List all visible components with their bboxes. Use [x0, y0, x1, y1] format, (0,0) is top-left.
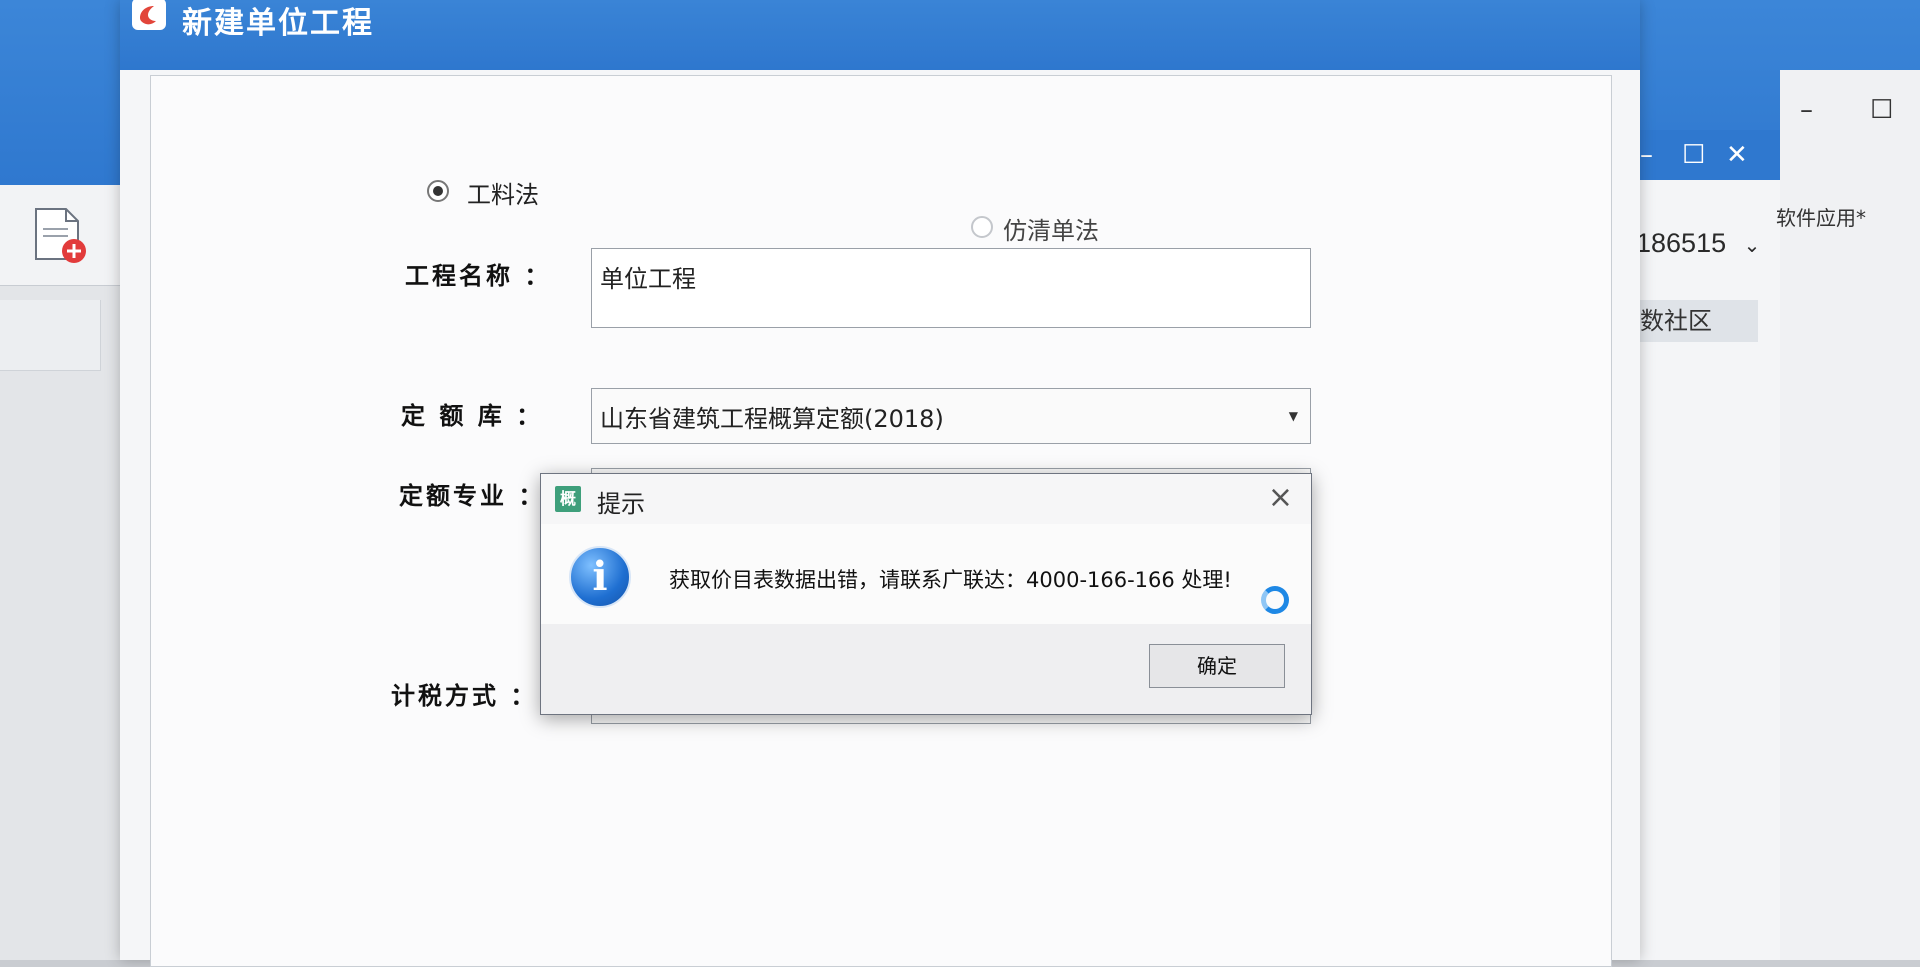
- background-tab-strip: [0, 300, 101, 371]
- dialog-title-bar: 新建单位工程: [120, 0, 1640, 70]
- minimize-icon[interactable]: –: [1640, 140, 1653, 170]
- minimize-icon[interactable]: –: [1800, 95, 1813, 125]
- account-selector[interactable]: 186515 ⌄: [1636, 228, 1760, 259]
- prompt-title-bar: 概 提示 ×: [541, 474, 1311, 524]
- app-icon: 概: [555, 486, 581, 512]
- prompt-body: i 获取价目表数据出错，请联系广联达：4000-166-166 处理!: [541, 524, 1311, 624]
- software-app-menu[interactable]: 软件应用*: [1776, 202, 1866, 231]
- radio-imitation-bill-method[interactable]: [971, 216, 993, 238]
- prompt-message: 获取价目表数据出错，请联系广联达：4000-166-166 处理!: [669, 568, 1232, 592]
- account-number: 186515: [1636, 228, 1727, 258]
- prompt-title: 提示: [597, 490, 645, 518]
- info-icon: i: [569, 546, 631, 608]
- app-logo-icon: [132, 0, 166, 30]
- loading-spinner-icon: [1261, 586, 1289, 614]
- tax-method-label: 计税方式 ：: [391, 682, 538, 710]
- chevron-down-icon: ▼: [1288, 409, 1298, 423]
- maximize-icon[interactable]: ☐: [1870, 95, 1893, 125]
- close-icon[interactable]: ✕: [1726, 140, 1748, 170]
- project-name-value: 单位工程: [600, 265, 696, 293]
- chevron-down-icon: ⌄: [1743, 235, 1761, 257]
- quota-specialty-label: 定额专业 ：: [399, 482, 546, 510]
- quota-library-select[interactable]: 山东省建筑工程概算定额(2018) ▼: [591, 388, 1311, 444]
- radio-label-labor-material-method: 工料法: [467, 181, 539, 209]
- error-prompt-dialog: 概 提示 × i 获取价目表数据出错，请联系广联达：4000-166-166 处…: [540, 473, 1312, 715]
- community-tab[interactable]: 数社区: [1636, 300, 1758, 342]
- quota-library-value: 山东省建筑工程概算定额(2018): [600, 405, 944, 433]
- radio-labor-material-method[interactable]: [427, 180, 449, 202]
- prompt-footer: 确定: [541, 624, 1311, 714]
- project-name-input[interactable]: 单位工程: [591, 248, 1311, 328]
- project-name-label: 工程名称 ：: [405, 262, 552, 290]
- maximize-icon[interactable]: ☐: [1682, 140, 1705, 170]
- close-icon[interactable]: ×: [1268, 480, 1293, 515]
- ok-button[interactable]: 确定: [1149, 644, 1285, 688]
- quota-library-label: 定 额 库 ：: [401, 402, 544, 430]
- radio-label-imitation-bill-method: 仿清单法: [1003, 217, 1099, 245]
- dialog-title: 新建单位工程: [182, 6, 374, 41]
- new-file-icon[interactable]: [30, 205, 88, 265]
